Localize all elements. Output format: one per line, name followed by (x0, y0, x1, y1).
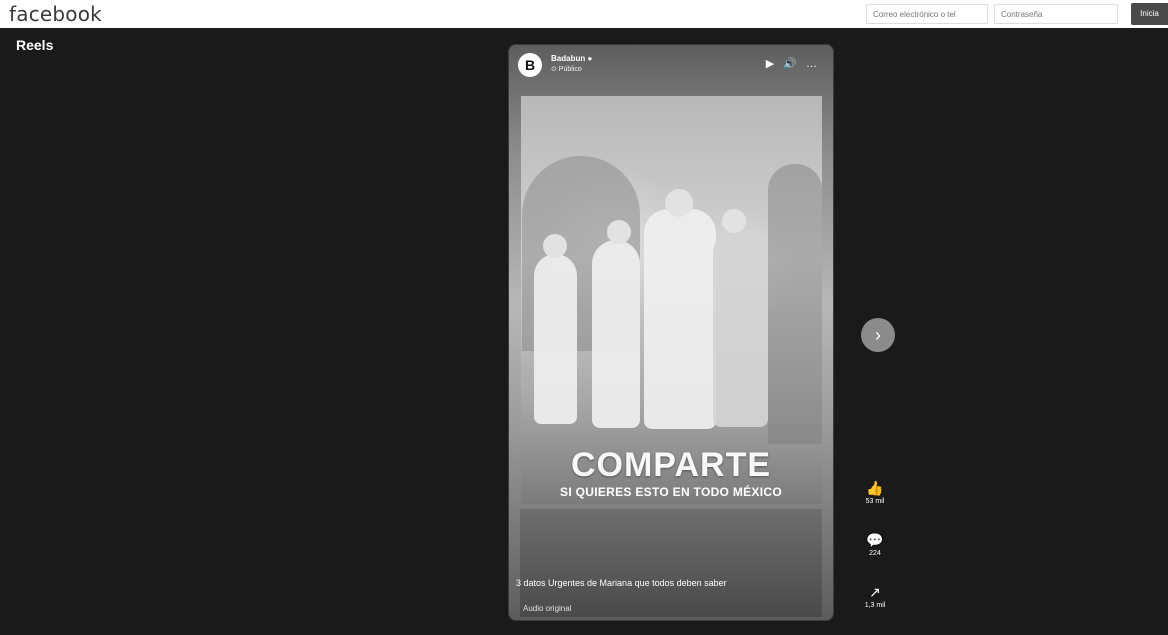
thumbs-up-icon: 👍 (866, 480, 884, 496)
person-head-3 (665, 189, 693, 217)
facebook-logo[interactable]: facebook (9, 2, 102, 26)
person-figure-4 (713, 229, 768, 427)
next-reel-button[interactable]: › (861, 318, 895, 352)
reel-header: B Badabun ● ⊙ Público ▶ 🔊 … (518, 53, 824, 81)
person-figure-1 (534, 254, 577, 424)
top-bar: facebook Inicia (0, 0, 1168, 28)
like-action[interactable]: 👍 53 mil (860, 480, 890, 505)
share-action[interactable]: ↗ 1,3 mil (860, 584, 890, 609)
privacy-label: ⊙ Público (551, 66, 582, 73)
page-name[interactable]: Badabun ● (551, 54, 592, 63)
bottom-thumbnail (520, 509, 822, 617)
reel-card[interactable]: B Badabun ● ⊙ Público ▶ 🔊 … COMPARTE SI … (508, 44, 834, 621)
email-input[interactable] (866, 4, 988, 24)
comment-icon: 💬 (866, 532, 884, 548)
headline-text: COMPARTE (570, 446, 772, 484)
chevron-right-icon: › (875, 325, 881, 345)
comment-action[interactable]: 💬 224 (860, 532, 890, 557)
person-head-1 (543, 234, 567, 258)
reel-caption[interactable]: 3 datos Urgentes de Mariana que todos de… (516, 578, 727, 588)
login-button[interactable]: Inicia (1131, 3, 1168, 25)
page-avatar[interactable]: B (518, 53, 542, 77)
media-controls[interactable]: ▶ 🔊 … (766, 57, 820, 70)
arch-decoration-right (768, 164, 822, 444)
reels-title: Reels (16, 37, 54, 53)
person-figure-3 (644, 209, 716, 429)
share-count: 1,3 mil (864, 602, 886, 609)
password-input[interactable] (994, 4, 1118, 24)
subheadline-text: SI QUIERES ESTO EN TODO MÉXICO (560, 485, 782, 499)
person-head-4 (722, 209, 746, 233)
audio-label[interactable]: Audio original (523, 604, 571, 613)
comment-count: 224 (869, 550, 881, 557)
person-figure-2 (592, 240, 640, 428)
share-icon: ↗ (869, 584, 881, 600)
person-head-2 (607, 220, 631, 244)
like-count: 53 mil (865, 498, 885, 505)
